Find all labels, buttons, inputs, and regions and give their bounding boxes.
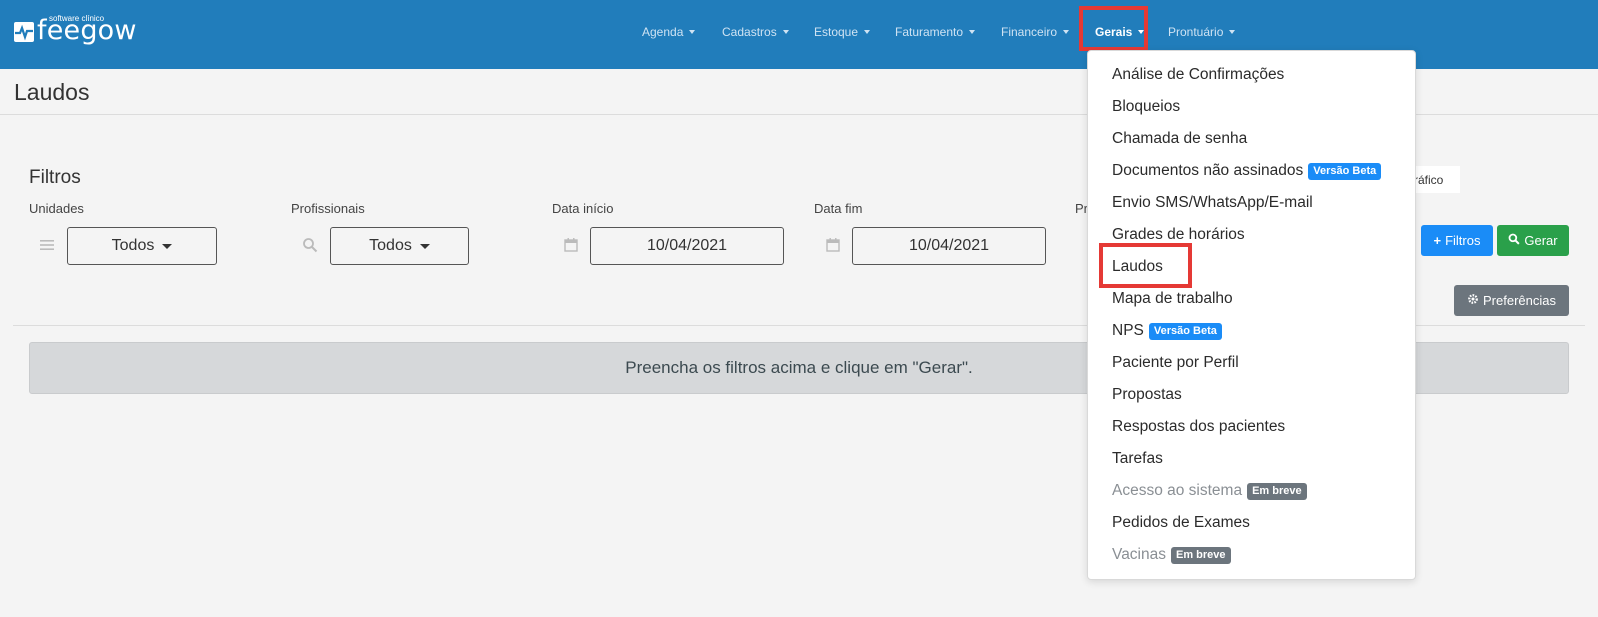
chevron-down-icon	[1063, 29, 1070, 34]
nav-cadastros[interactable]: Cadastros	[722, 25, 789, 39]
data-fim-label: Data fim	[814, 201, 863, 216]
gerar-button[interactable]: Gerar	[1497, 225, 1569, 256]
chevron-down-icon	[864, 29, 871, 34]
menu-item-pedidos-exames[interactable]: Pedidos de Exames	[1112, 514, 1250, 532]
menu-item-mapa-trabalho[interactable]: Mapa de trabalho	[1112, 290, 1233, 308]
chevron-down-icon	[969, 29, 976, 34]
data-inicio-input[interactable]: 10/04/2021	[590, 227, 784, 265]
menu-item-tarefas[interactable]: Tarefas	[1112, 450, 1163, 468]
menu-item-acesso-sistema: Acesso ao sistema Em breve	[1112, 482, 1307, 500]
feegow-logo[interactable]: software clínico feegow	[14, 14, 137, 46]
data-fim-input[interactable]: 10/04/2021	[852, 227, 1046, 265]
menu-item-paciente-perfil[interactable]: Paciente por Perfil	[1112, 354, 1239, 372]
calendar-icon	[563, 237, 581, 255]
nav-prontuario[interactable]: Prontuário	[1168, 25, 1236, 39]
calendar-icon	[825, 237, 843, 255]
gerais-dropdown-menu: Análise de Confirmações Bloqueios Chamad…	[1087, 50, 1416, 580]
profissionais-label: Profissionais	[291, 201, 365, 216]
gear-icon	[1467, 293, 1479, 308]
chevron-down-icon	[689, 29, 696, 34]
coming-soon-badge: Em breve	[1171, 546, 1231, 564]
search-icon	[1508, 233, 1520, 248]
menu-item-documentos-nao-assinados[interactable]: Documentos não assinados Versão Beta	[1112, 162, 1382, 180]
page-title: Laudos	[14, 79, 90, 105]
menu-item-analise-confirmacoes[interactable]: Análise de Confirmações	[1112, 66, 1284, 84]
unidades-select[interactable]: Todos	[67, 227, 217, 265]
plus-icon: +	[1433, 233, 1442, 248]
profissionais-select[interactable]: Todos	[330, 227, 469, 265]
menu-item-vacinas: Vacinas Em breve	[1112, 546, 1231, 564]
nav-faturamento[interactable]: Faturamento	[895, 25, 976, 39]
menu-item-envio-sms[interactable]: Envio SMS/WhatsApp/E-mail	[1112, 194, 1313, 212]
nav-agenda[interactable]: Agenda	[642, 25, 696, 39]
nav-estoque[interactable]: Estoque	[814, 25, 871, 39]
logo-tagline: software clínico	[49, 14, 105, 23]
search-icon	[302, 237, 320, 255]
coming-soon-badge: Em breve	[1247, 482, 1307, 500]
preferencias-button[interactable]: Preferências	[1454, 285, 1569, 316]
menu-item-nps[interactable]: NPS Versão Beta	[1112, 322, 1222, 340]
chevron-down-icon	[782, 29, 789, 34]
logo-mark-icon	[14, 22, 34, 42]
menu-item-grades-horarios[interactable]: Grades de horários	[1112, 226, 1245, 244]
menu-item-propostas[interactable]: Propostas	[1112, 386, 1182, 404]
filtros-button[interactable]: + Filtros	[1421, 225, 1493, 256]
beta-badge: Versão Beta	[1148, 322, 1222, 340]
chevron-down-icon	[419, 243, 430, 249]
highlight-box-gerais	[1079, 6, 1148, 51]
data-inicio-label: Data início	[552, 201, 614, 216]
list-icon	[39, 237, 57, 255]
menu-item-chamada-senha[interactable]: Chamada de senha	[1112, 130, 1247, 148]
highlight-box-laudos	[1099, 243, 1192, 288]
grafico-tab[interactable]: ráfico	[1410, 166, 1460, 193]
menu-item-bloqueios[interactable]: Bloqueios	[1112, 98, 1180, 116]
chevron-down-icon	[162, 243, 173, 249]
unidades-label: Unidades	[29, 201, 84, 216]
menu-item-respostas-pacientes[interactable]: Respostas dos pacientes	[1112, 418, 1285, 436]
chevron-down-icon	[1229, 29, 1236, 34]
nav-financeiro[interactable]: Financeiro	[1001, 25, 1070, 39]
filters-heading: Filtros	[29, 167, 81, 188]
beta-badge: Versão Beta	[1308, 162, 1382, 180]
